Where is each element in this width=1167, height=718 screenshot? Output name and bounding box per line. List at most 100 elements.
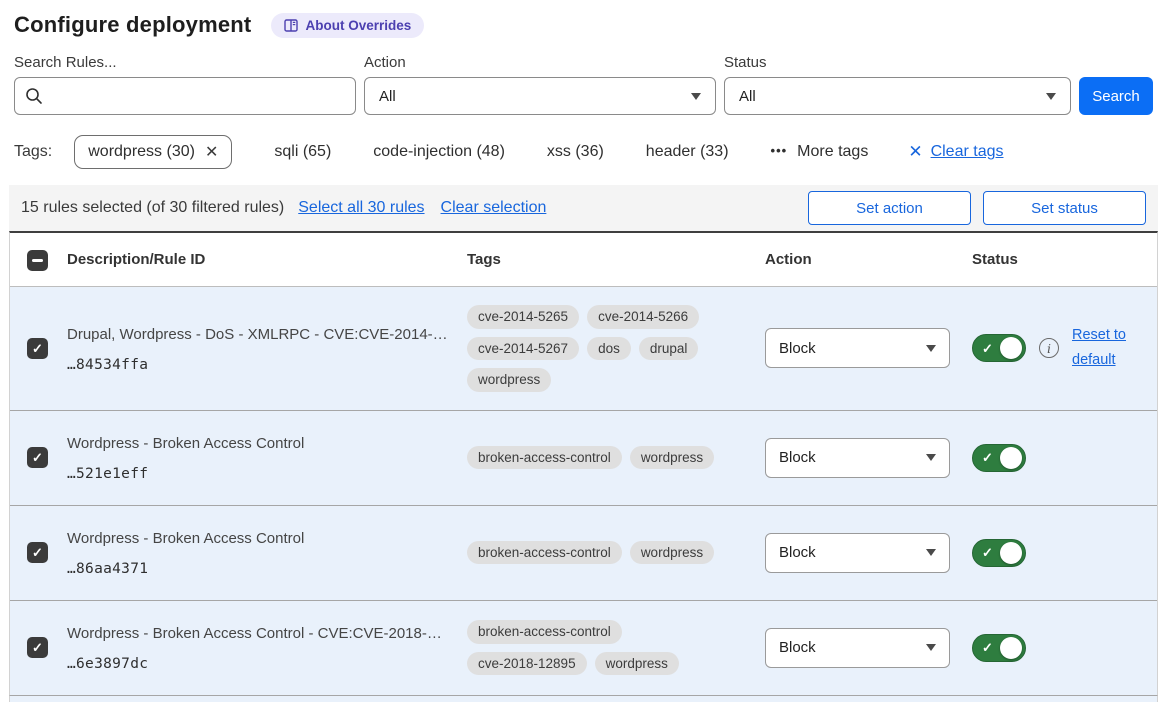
info-icon[interactable]: i bbox=[1039, 338, 1059, 358]
status-toggle[interactable]: ✓ bbox=[972, 539, 1026, 567]
action-value: Block bbox=[779, 544, 816, 561]
row-checkbox[interactable]: ✓ bbox=[27, 542, 48, 563]
table-row: ✓ Wordpress - Broken Access Control …86a… bbox=[10, 505, 1157, 600]
selected-tag-label: wordpress (30) bbox=[88, 143, 195, 161]
toggle-knob bbox=[1000, 542, 1022, 564]
search-input-wrap bbox=[14, 77, 356, 115]
about-overrides-badge[interactable]: About Overrides bbox=[271, 13, 424, 38]
status-filter-select[interactable]: All bbox=[724, 77, 1071, 115]
tag-pill: cve-2014-5265 bbox=[467, 305, 579, 329]
checkmark-icon: ✓ bbox=[32, 342, 43, 355]
reset-to-default-link[interactable]: Reset to default bbox=[1072, 323, 1136, 374]
row-checkbox[interactable]: ✓ bbox=[27, 637, 48, 658]
action-select[interactable]: Block bbox=[765, 438, 950, 478]
chevron-down-icon bbox=[926, 644, 936, 651]
more-tags-button[interactable]: ••• More tags bbox=[771, 143, 869, 161]
rule-id: …84534ffa bbox=[67, 357, 457, 373]
tags-label: Tags: bbox=[14, 143, 52, 161]
toggle-knob bbox=[1000, 337, 1022, 359]
rule-tags: broken-access-control wordpress bbox=[467, 541, 729, 565]
action-filter-label: Action bbox=[364, 54, 716, 71]
checkmark-icon: ✓ bbox=[982, 641, 993, 654]
checkmark-icon: ✓ bbox=[982, 342, 993, 355]
checkmark-icon: ✓ bbox=[32, 546, 43, 559]
status-filter-value: All bbox=[739, 88, 756, 105]
tag-pill: broken-access-control bbox=[467, 620, 622, 644]
chevron-down-icon bbox=[926, 345, 936, 352]
checkmark-icon: ✓ bbox=[32, 641, 43, 654]
toggle-knob bbox=[1000, 637, 1022, 659]
column-header-description: Description/Rule ID bbox=[57, 251, 457, 268]
about-overrides-label: About Overrides bbox=[305, 18, 411, 33]
chevron-down-icon bbox=[926, 454, 936, 461]
page-header: Configure deployment About Overrides bbox=[14, 12, 1167, 38]
tags-bar: Tags: wordpress (30) ✕ sqli (65) code-in… bbox=[14, 135, 1153, 169]
action-filter-select[interactable]: All bbox=[364, 77, 716, 115]
rule-id: …86aa4371 bbox=[67, 561, 457, 577]
remove-tag-icon[interactable]: ✕ bbox=[205, 142, 218, 162]
tag-pill: cve-2018-12895 bbox=[467, 652, 587, 676]
tag-pill: dos bbox=[587, 337, 631, 361]
tag-pill: broken-access-control bbox=[467, 446, 622, 470]
action-value: Block bbox=[779, 449, 816, 466]
tag-filter-sqli[interactable]: sqli (65) bbox=[274, 143, 331, 161]
next-row-sliver bbox=[9, 695, 1158, 702]
tag-pill: wordpress bbox=[630, 446, 714, 470]
tag-filter-code-injection[interactable]: code-injection (48) bbox=[373, 143, 505, 161]
row-checkbox[interactable]: ✓ bbox=[27, 338, 48, 359]
tag-pill: wordpress bbox=[630, 541, 714, 565]
action-value: Block bbox=[779, 639, 816, 656]
search-button[interactable]: Search bbox=[1079, 77, 1153, 115]
status-toggle[interactable]: ✓ bbox=[972, 334, 1026, 362]
tag-pill: broken-access-control bbox=[467, 541, 622, 565]
column-header-action: Action bbox=[755, 251, 962, 268]
selected-tag-wordpress[interactable]: wordpress (30) ✕ bbox=[74, 135, 232, 169]
tag-filter-header[interactable]: header (33) bbox=[646, 143, 729, 161]
status-toggle[interactable]: ✓ bbox=[972, 634, 1026, 662]
set-action-button[interactable]: Set action bbox=[808, 191, 971, 225]
chevron-down-icon bbox=[926, 549, 936, 556]
checkmark-icon: ✓ bbox=[982, 451, 993, 464]
tag-pill: drupal bbox=[639, 337, 699, 361]
rule-tags: broken-access-control cve-2018-12895 wordp… bbox=[467, 620, 729, 675]
rule-description: Wordpress - Broken Access Control bbox=[67, 433, 457, 456]
rule-tags: broken-access-control wordpress bbox=[467, 446, 729, 470]
select-all-checkbox[interactable] bbox=[27, 250, 48, 271]
chevron-down-icon bbox=[1046, 93, 1056, 100]
tag-pill: cve-2014-5267 bbox=[467, 337, 579, 361]
book-icon bbox=[284, 19, 298, 32]
rule-description: Wordpress - Broken Access Control bbox=[67, 528, 457, 551]
clear-tags-link[interactable]: ✕ Clear tags bbox=[908, 142, 1003, 162]
rule-description: Wordpress - Broken Access Control - CVE:… bbox=[67, 623, 457, 646]
search-icon bbox=[25, 87, 43, 105]
search-input[interactable] bbox=[51, 88, 345, 105]
select-all-link[interactable]: Select all 30 rules bbox=[298, 199, 424, 217]
rule-id: …521e1eff bbox=[67, 466, 457, 482]
table-body: ✓ Drupal, Wordpress - DoS - XMLRPC - CVE… bbox=[10, 287, 1157, 695]
tag-filter-xss[interactable]: xss (36) bbox=[547, 143, 604, 161]
action-select[interactable]: Block bbox=[765, 533, 950, 573]
chevron-down-icon bbox=[691, 93, 701, 100]
table-row: ✓ Wordpress - Broken Access Control - CV… bbox=[10, 600, 1157, 695]
column-header-status: Status bbox=[962, 251, 1157, 268]
filter-bar: Search Rules... Action All Status All Se… bbox=[14, 54, 1153, 115]
status-filter-label: Status bbox=[724, 54, 1071, 71]
checkmark-icon: ✓ bbox=[982, 546, 993, 559]
action-select[interactable]: Block bbox=[765, 328, 950, 368]
toggle-knob bbox=[1000, 447, 1022, 469]
rule-id: …6e3897dc bbox=[67, 656, 457, 672]
table-row: ✓ Wordpress - Broken Access Control …521… bbox=[10, 410, 1157, 505]
status-toggle[interactable]: ✓ bbox=[972, 444, 1026, 472]
table-row: ✓ Drupal, Wordpress - DoS - XMLRPC - CVE… bbox=[10, 287, 1157, 410]
rule-description: Drupal, Wordpress - DoS - XMLRPC - CVE:C… bbox=[67, 324, 457, 347]
set-status-button[interactable]: Set status bbox=[983, 191, 1146, 225]
selection-summary: 15 rules selected (of 30 filtered rules) bbox=[21, 199, 284, 217]
clear-tags-label: Clear tags bbox=[931, 143, 1004, 161]
action-select[interactable]: Block bbox=[765, 628, 950, 668]
clear-selection-link[interactable]: Clear selection bbox=[441, 199, 547, 217]
more-tags-label: More tags bbox=[797, 143, 868, 161]
row-checkbox[interactable]: ✓ bbox=[27, 447, 48, 468]
rule-tags: cve-2014-5265cve-2014-5266cve-2014-5267d… bbox=[467, 305, 729, 392]
tag-pill: wordpress bbox=[595, 652, 679, 676]
page-title: Configure deployment bbox=[14, 12, 251, 38]
